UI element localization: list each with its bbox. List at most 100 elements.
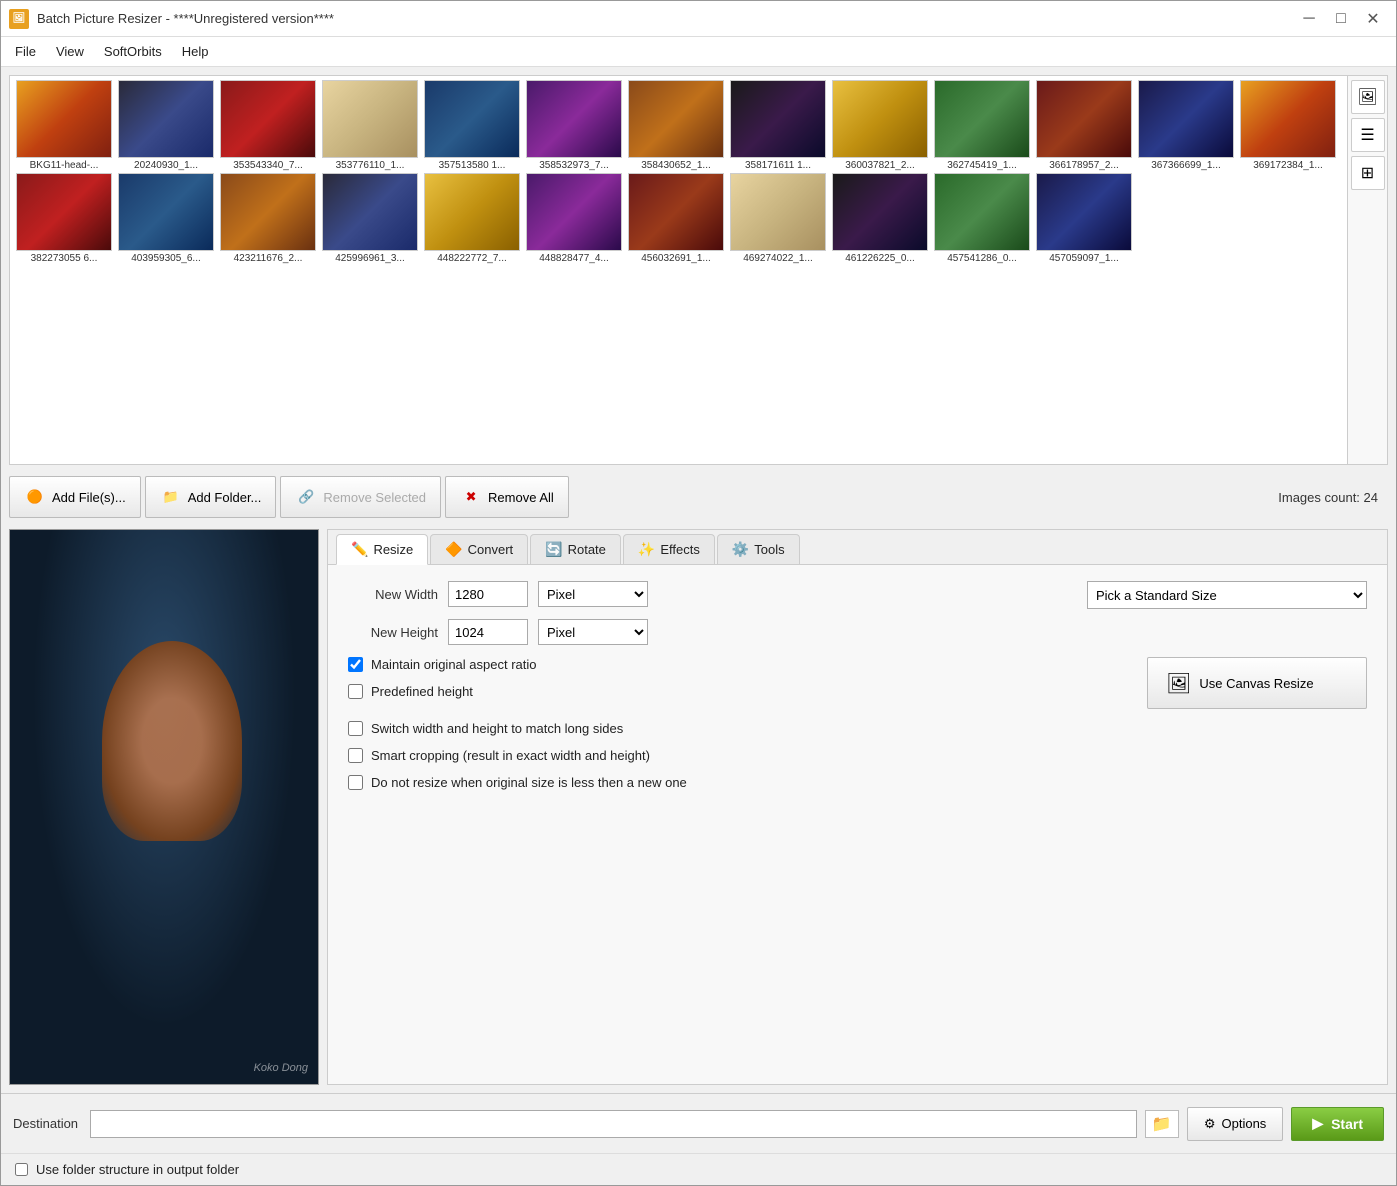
image-label: 423211676_2...	[220, 253, 316, 264]
maintain-aspect-checkbox[interactable]	[348, 657, 363, 672]
tab-tools[interactable]: ⚙️ Tools	[717, 534, 800, 564]
list-item[interactable]: 369172384_1...	[1238, 80, 1338, 171]
canvas-resize-icon: 🖼	[1166, 671, 1191, 696]
menu-help[interactable]: Help	[172, 40, 219, 63]
list-item[interactable]: 358430652_1...	[626, 80, 726, 171]
image-label: 353543340_7...	[220, 160, 316, 171]
add-folder-button[interactable]: 📁 Add Folder...	[145, 476, 277, 518]
main-window: 🖼 Batch Picture Resizer - ****Unregister…	[0, 0, 1397, 1186]
tools-tab-icon: ⚙️	[732, 541, 749, 558]
image-label: 369172384_1...	[1240, 160, 1336, 171]
switch-width-height-checkbox[interactable]	[348, 721, 363, 736]
options-button[interactable]: ⚙ Options	[1187, 1107, 1283, 1141]
list-item[interactable]: 456032691_1...	[626, 173, 726, 264]
browse-folder-icon: 📁	[1152, 1114, 1172, 1134]
list-item[interactable]: 362745419_1...	[932, 80, 1032, 171]
start-arrow-icon: ▶	[1312, 1115, 1323, 1132]
image-grid-container: BKG11-head-... 20240930_1... 353543340_7..…	[9, 75, 1388, 465]
bottom-panel: ✏️ Resize 🔶 Convert 🔄 Rotate ✨ Effects	[9, 529, 1388, 1085]
menu-view[interactable]: View	[46, 40, 94, 63]
convert-tab-icon: 🔶	[445, 541, 462, 558]
switch-width-height-row: Switch width and height to match long si…	[348, 721, 1367, 736]
tab-resize[interactable]: ✏️ Resize	[336, 534, 428, 565]
image-label: 358171611 1...	[730, 160, 826, 171]
options-gear-icon: ⚙	[1204, 1116, 1216, 1132]
use-folder-label[interactable]: Use folder structure in output folder	[36, 1162, 239, 1177]
tab-effects[interactable]: ✨ Effects	[623, 534, 715, 564]
list-item[interactable]: 469274022_1...	[728, 173, 828, 264]
sidebar-images-btn[interactable]: 🖼	[1351, 80, 1385, 114]
height-unit-select[interactable]: Pixel Percent Cm Inch	[538, 619, 648, 645]
standard-size-select[interactable]: Pick a Standard Size 800x600 1024x768 12…	[1087, 581, 1367, 609]
list-item[interactable]: 360037821_2...	[830, 80, 930, 171]
menu-softorbits[interactable]: SoftOrbits	[94, 40, 172, 63]
new-width-row: New Width Pixel Percent Cm Inch	[348, 581, 1067, 607]
sidebar-list-btn[interactable]: ☰	[1351, 118, 1385, 152]
main-content: BKG11-head-... 20240930_1... 353543340_7..…	[1, 67, 1396, 1093]
add-files-button[interactable]: 🟠 Add File(s)...	[9, 476, 141, 518]
list-item[interactable]: 457059097_1...	[1034, 173, 1134, 264]
remove-selected-button[interactable]: 🔗 Remove Selected	[280, 476, 441, 518]
width-unit-select[interactable]: Pixel Percent Cm Inch	[538, 581, 648, 607]
smart-cropping-checkbox[interactable]	[348, 748, 363, 763]
list-item[interactable]: 461226225_0...	[830, 173, 930, 264]
maintain-aspect-label[interactable]: Maintain original aspect ratio	[371, 657, 536, 672]
list-item[interactable]: 367366699_1...	[1136, 80, 1236, 171]
window-title: Batch Picture Resizer - ****Unregistered…	[37, 11, 1294, 26]
checkboxes-left: Maintain original aspect ratio Predefine…	[348, 657, 1127, 699]
resize-tab-icon: ✏️	[351, 541, 368, 558]
list-item[interactable]: 357513580 1...	[422, 80, 522, 171]
destination-input[interactable]	[90, 1110, 1137, 1138]
new-width-input[interactable]	[448, 581, 528, 607]
list-item[interactable]: 366178957_2...	[1034, 80, 1134, 171]
list-item[interactable]: 358171611 1...	[728, 80, 828, 171]
image-label: BKG11-head-...	[16, 160, 112, 171]
maximize-button[interactable]: □	[1326, 5, 1356, 33]
smart-cropping-label[interactable]: Smart cropping (result in exact width an…	[371, 748, 650, 763]
rotate-tab-icon: 🔄	[545, 541, 562, 558]
list-item[interactable]: 353776110_1...	[320, 80, 420, 171]
destination-bar: Destination 📁 ⚙ Options ▶ Start	[1, 1093, 1396, 1153]
canvas-resize-button[interactable]: 🖼 Use Canvas Resize	[1147, 657, 1367, 709]
list-item[interactable]: 358532973_7...	[524, 80, 624, 171]
tab-convert[interactable]: 🔶 Convert	[430, 534, 528, 564]
switch-width-height-label[interactable]: Switch width and height to match long si…	[371, 721, 623, 736]
minimize-button[interactable]: ─	[1294, 5, 1324, 33]
settings-content: New Width Pixel Percent Cm Inch	[328, 565, 1387, 806]
use-folder-checkbox[interactable]	[15, 1163, 28, 1176]
add-files-icon: 🟠	[24, 486, 46, 508]
remove-all-button[interactable]: ✖ Remove All	[445, 476, 569, 518]
list-item[interactable]: 353543340_7...	[218, 80, 318, 171]
remove-selected-icon: 🔗	[295, 486, 317, 508]
image-label: 382273055 6...	[16, 253, 112, 264]
list-item[interactable]: 448222772_7...	[422, 173, 522, 264]
image-label: 360037821_2...	[832, 160, 928, 171]
start-button[interactable]: ▶ Start	[1291, 1107, 1384, 1141]
list-item[interactable]: 457541286_0...	[932, 173, 1032, 264]
tab-rotate[interactable]: 🔄 Rotate	[530, 534, 621, 564]
list-item[interactable]: 403959305_6...	[116, 173, 216, 264]
menu-file[interactable]: File	[5, 40, 46, 63]
new-height-label: New Height	[348, 625, 438, 640]
list-item[interactable]: 423211676_2...	[218, 173, 318, 264]
list-item[interactable]: 20240930_1...	[116, 80, 216, 171]
new-height-input[interactable]	[448, 619, 528, 645]
list-item[interactable]: 448828477_4...	[524, 173, 624, 264]
smart-cropping-row: Smart cropping (result in exact width an…	[348, 748, 1367, 763]
do-not-resize-checkbox[interactable]	[348, 775, 363, 790]
list-item[interactable]: 382273055 6...	[14, 173, 114, 264]
settings-two-col: New Width Pixel Percent Cm Inch	[348, 581, 1367, 645]
list-item[interactable]: BKG11-head-...	[14, 80, 114, 171]
predefined-height-checkbox[interactable]	[348, 684, 363, 699]
list-item[interactable]: 425996961_3...	[320, 173, 420, 264]
predefined-height-label[interactable]: Predefined height	[371, 684, 473, 699]
sidebar-grid-btn[interactable]: ⊞	[1351, 156, 1385, 190]
close-button[interactable]: ✕	[1358, 5, 1388, 33]
image-label: 456032691_1...	[628, 253, 724, 264]
do-not-resize-row: Do not resize when original size is less…	[348, 775, 1367, 790]
image-grid[interactable]: BKG11-head-... 20240930_1... 353543340_7..…	[10, 76, 1347, 464]
image-label: 448828477_4...	[526, 253, 622, 264]
destination-browse-button[interactable]: 📁	[1145, 1110, 1179, 1138]
do-not-resize-label[interactable]: Do not resize when original size is less…	[371, 775, 687, 790]
image-label: 362745419_1...	[934, 160, 1030, 171]
